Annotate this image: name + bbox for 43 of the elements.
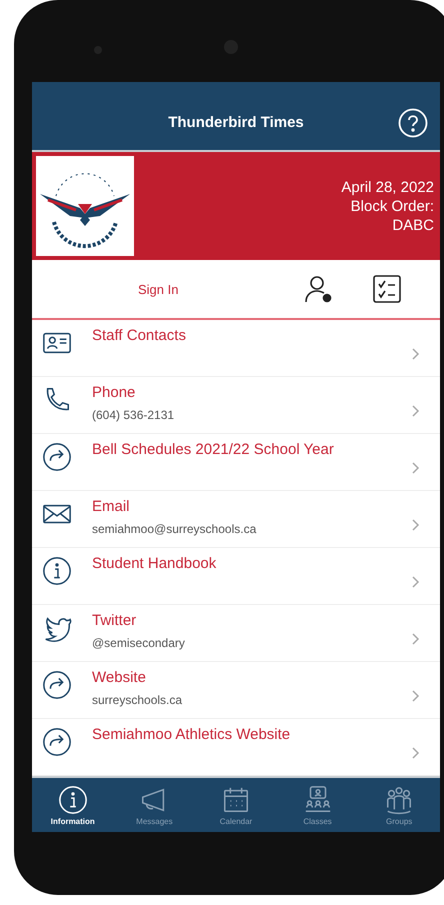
- help-icon[interactable]: [398, 108, 428, 138]
- checklist-icon[interactable]: [372, 274, 402, 304]
- item-subtitle: semiahmoo@surreyschools.ca: [92, 522, 258, 536]
- arrow-circle-icon: [42, 670, 72, 700]
- item-title: Staff Contacts: [92, 327, 187, 344]
- info-icon: [42, 556, 72, 586]
- item-title: Phone: [92, 384, 136, 401]
- chevron-icon: [412, 462, 420, 474]
- item-subtitle: (604) 536-2131: [92, 408, 176, 422]
- chevron-icon: [412, 348, 420, 360]
- chevron-icon: [412, 519, 420, 531]
- app-title: Thunderbird Times: [168, 112, 304, 130]
- chevron-icon: [412, 576, 420, 588]
- item-title: Bell Schedules 2021/22 School Year: [92, 441, 335, 458]
- menu-item[interactable]: Email semiahmoo@surreyschools.ca: [32, 491, 440, 548]
- item-title: Semiahmoo Athletics Website: [92, 726, 292, 743]
- chevron-icon: [412, 747, 420, 759]
- date-block-order: April 28, 2022 Block Order: DABC: [341, 178, 434, 234]
- item-subtitle: surreyschools.ca: [92, 693, 184, 707]
- item-subtitle: @semisecondary: [92, 636, 186, 650]
- item-title: Website: [92, 669, 147, 686]
- nav-tab[interactable]: Calendar: [200, 778, 271, 832]
- menu-item[interactable]: Staff Contacts: [32, 320, 440, 377]
- menu-item[interactable]: Website surreyschools.ca: [32, 662, 440, 719]
- chevron-icon: [412, 633, 420, 645]
- nav-tab[interactable]: Classes: [282, 778, 353, 832]
- item-title: Student Handbook: [92, 555, 218, 572]
- item-title: Twitter: [92, 612, 138, 629]
- item-title: Email: [92, 498, 131, 515]
- nav-tab[interactable]: Groups: [364, 778, 434, 832]
- nav-tab[interactable]: Information: [38, 778, 108, 832]
- sign-in-link[interactable]: Sign In: [138, 282, 304, 296]
- arrow-circle-icon: [42, 727, 72, 757]
- info-icon: [58, 784, 88, 814]
- user-settings-icon[interactable]: [304, 274, 334, 304]
- menu-item[interactable]: Student Handbook: [32, 548, 440, 605]
- arrow-circle-icon: [42, 442, 72, 472]
- menu-item[interactable]: Phone (604) 536-2131: [32, 377, 440, 434]
- chevron-icon: [412, 690, 420, 702]
- nav-tab[interactable]: Messages: [119, 778, 190, 832]
- menu-item[interactable]: Bell Schedules 2021/22 School Year: [32, 434, 440, 491]
- chevron-icon: [412, 405, 420, 417]
- menu-item[interactable]: Twitter @semisecondary: [32, 605, 440, 662]
